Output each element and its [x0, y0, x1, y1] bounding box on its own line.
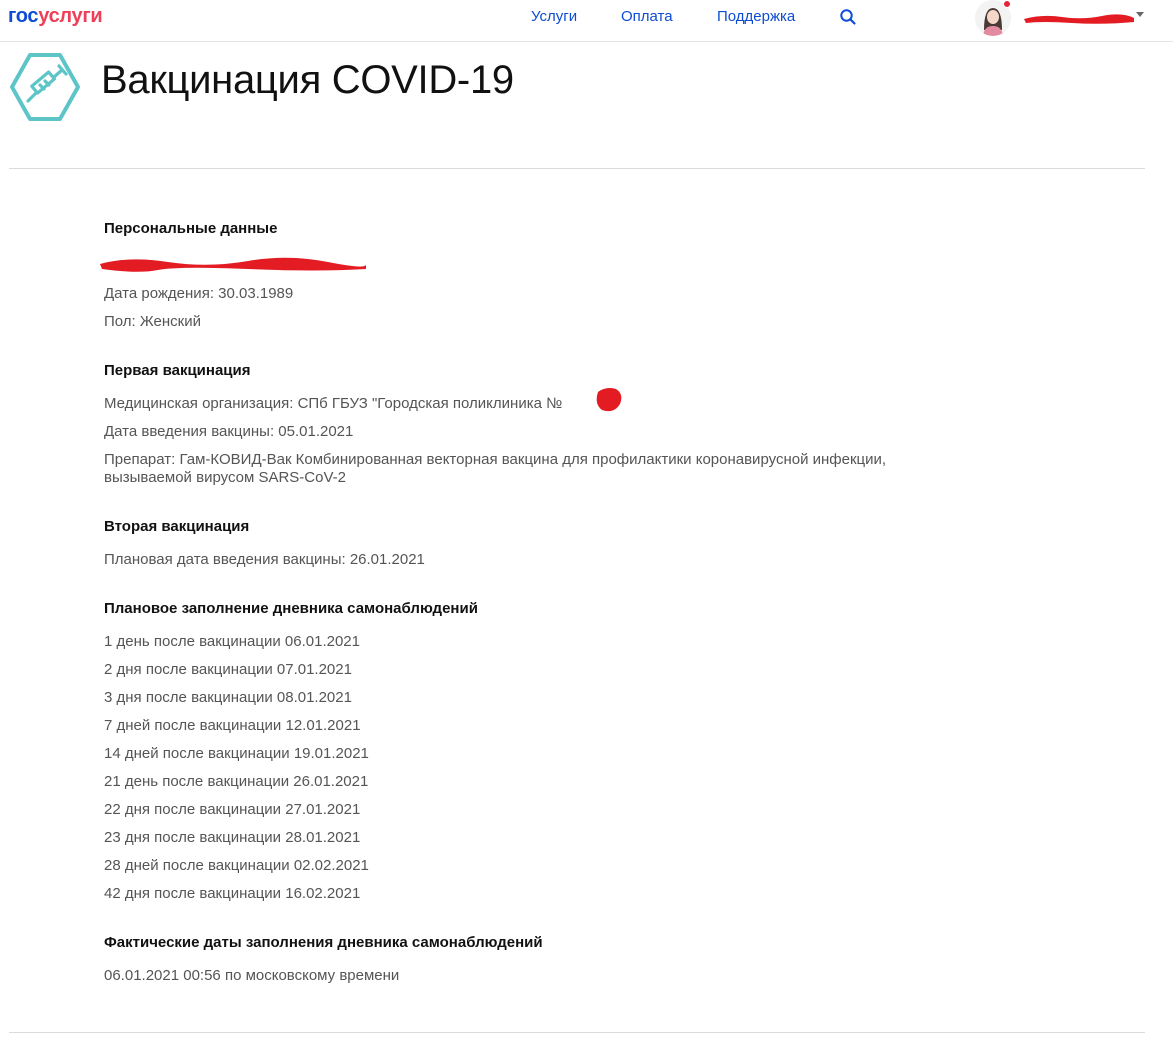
footer-divider — [9, 1032, 1145, 1033]
syringe-icon — [10, 53, 80, 121]
diary-plan-item: 42 дня после вакцинации 16.02.2021 — [104, 885, 361, 902]
chevron-down-icon[interactable] — [1136, 12, 1144, 17]
redaction-scribble — [1024, 14, 1134, 24]
diary-plan-item: 3 дня после вакцинации 08.01.2021 — [104, 689, 352, 706]
diary-plan-item: 28 дней после вакцинации 02.02.2021 — [104, 857, 369, 874]
page-title: Вакцинация COVID-19 — [101, 58, 514, 102]
user-menu-toggle[interactable] — [1022, 8, 1136, 30]
second-vaccination-heading: Вторая вакцинация — [104, 518, 250, 535]
diary-plan-item: 23 дня после вакцинации 28.01.2021 — [104, 829, 361, 846]
diary-actual-item: 06.01.2021 00:56 по московскому времени — [104, 967, 400, 984]
vaccine-drug: Препарат: Гам-КОВИД-Вак Комбинированная … — [104, 451, 887, 486]
nav-payment-link[interactable]: Оплата — [621, 8, 673, 25]
top-navigation-bar: госуслуги Услуги Оплата Поддержка — [0, 0, 1173, 42]
medical-organization: Медицинская организация: СПб ГБУЗ "Город… — [104, 395, 563, 412]
nav-support-link[interactable]: Поддержка — [717, 8, 795, 25]
first-vaccination-heading: Первая вакцинация — [104, 362, 251, 379]
diary-plan-item: 2 дня после вакцинации 07.01.2021 — [104, 661, 352, 678]
redacted-clinic-number — [596, 388, 622, 412]
title-divider — [9, 168, 1145, 169]
redacted-full-name — [100, 257, 367, 272]
sex: Пол: Женский — [104, 313, 201, 330]
gosuslugi-logo[interactable]: госуслуги — [8, 5, 103, 28]
diary-plan-item: 14 дней после вакцинации 19.01.2021 — [104, 745, 369, 762]
notification-badge — [1003, 0, 1011, 8]
logo-part-gos: гос — [8, 5, 39, 27]
first-vaccination-date: Дата введения вакцины: 05.01.2021 — [104, 423, 354, 440]
nav-services-link[interactable]: Услуги — [531, 8, 577, 25]
second-vaccination-planned-date: Плановая дата введения вакцины: 26.01.20… — [104, 551, 425, 568]
personal-data-heading: Персональные данные — [104, 220, 278, 237]
diary-plan-item: 22 дня после вакцинации 27.01.2021 — [104, 801, 361, 818]
diary-plan-heading: Плановое заполнение дневника самонаблюде… — [104, 600, 478, 617]
search-icon[interactable] — [839, 8, 857, 26]
diary-plan-item: 1 день после вакцинации 06.01.2021 — [104, 633, 360, 650]
diary-plan-item: 21 день после вакцинации 26.01.2021 — [104, 773, 369, 790]
logo-part-uslugi: услуги — [38, 5, 103, 27]
birth-date: Дата рождения: 30.03.1989 — [104, 285, 294, 302]
diary-actual-heading: Фактические даты заполнения дневника сам… — [104, 934, 543, 951]
diary-plan-item: 7 дней после вакцинации 12.01.2021 — [104, 717, 361, 734]
